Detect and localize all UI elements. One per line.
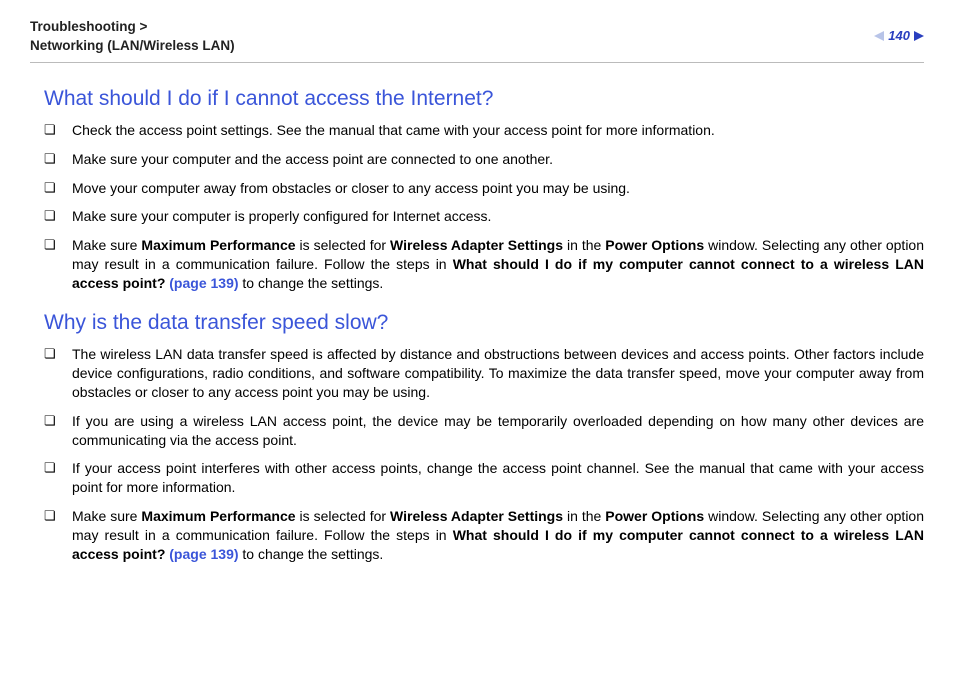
checklist-1: Check the access point settings. See the… — [44, 121, 924, 293]
bold-text: Power Options — [605, 237, 704, 253]
next-page-icon[interactable] — [914, 31, 924, 41]
page-number-nav: 140 — [874, 28, 924, 43]
list-item: Make sure your computer and the access p… — [44, 150, 924, 169]
bold-text: Maximum Performance — [141, 237, 295, 253]
list-item: The wireless LAN data transfer speed is … — [44, 345, 924, 402]
page-content: What should I do if I cannot access the … — [30, 87, 924, 564]
bold-text: Maximum Performance — [141, 508, 295, 524]
list-item: Make sure Maximum Performance is selecte… — [44, 507, 924, 564]
text: in the — [563, 508, 605, 524]
page-number: 140 — [888, 28, 910, 43]
bold-text: Power Options — [605, 508, 704, 524]
list-item: Check the access point settings. See the… — [44, 121, 924, 140]
list-item: Make sure Maximum Performance is selecte… — [44, 236, 924, 293]
breadcrumb: Troubleshooting > Networking (LAN/Wirele… — [30, 18, 235, 56]
text: to change the settings. — [239, 275, 384, 291]
section-heading-2: Why is the data transfer speed slow? — [44, 311, 924, 335]
list-item: If you are using a wireless LAN access p… — [44, 412, 924, 450]
text: Make sure — [72, 508, 141, 524]
checklist-2: The wireless LAN data transfer speed is … — [44, 345, 924, 564]
prev-page-icon[interactable] — [874, 31, 884, 41]
page-link[interactable]: (page 139) — [169, 546, 238, 562]
list-item: Move your computer away from obstacles o… — [44, 179, 924, 198]
section-heading-1: What should I do if I cannot access the … — [44, 87, 924, 111]
list-item: If your access point interferes with oth… — [44, 459, 924, 497]
page-header: Troubleshooting > Networking (LAN/Wirele… — [30, 18, 924, 63]
text: is selected for — [296, 237, 390, 253]
bold-text: Wireless Adapter Settings — [390, 237, 563, 253]
list-item: Make sure your computer is properly conf… — [44, 207, 924, 226]
text: Make sure — [72, 237, 141, 253]
breadcrumb-line1: Troubleshooting > — [30, 18, 235, 37]
breadcrumb-line2: Networking (LAN/Wireless LAN) — [30, 37, 235, 56]
bold-text: Wireless Adapter Settings — [390, 508, 563, 524]
page-link[interactable]: (page 139) — [169, 275, 238, 291]
text: is selected for — [296, 508, 390, 524]
text: to change the settings. — [239, 546, 384, 562]
text: in the — [563, 237, 605, 253]
